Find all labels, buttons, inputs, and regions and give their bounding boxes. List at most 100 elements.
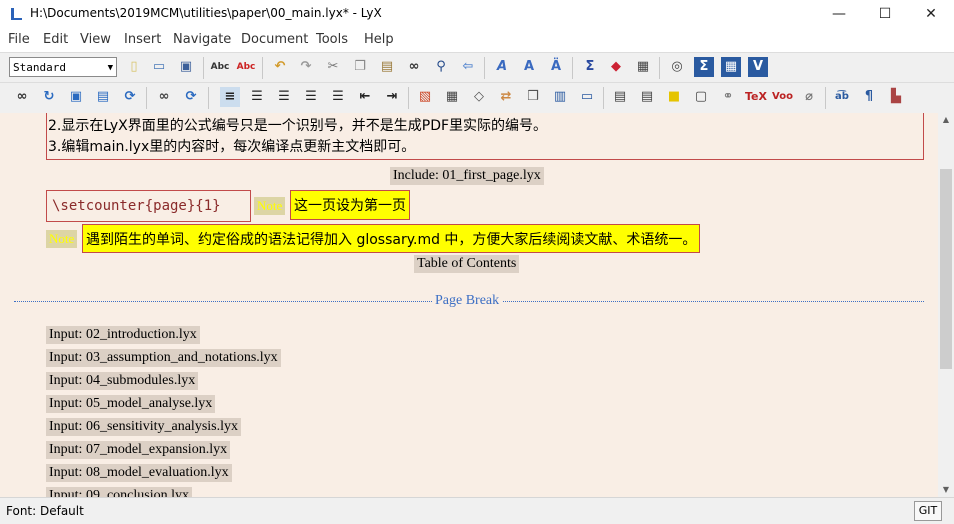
git-button[interactable]: GIT: [914, 501, 942, 521]
include-inset[interactable]: Include: 01_first_page.lyx: [390, 167, 544, 185]
menu-document[interactable]: Document: [241, 32, 308, 47]
note-inset-1[interactable]: 这一页设为第一页: [290, 190, 410, 220]
update-master-icon[interactable]: ▤: [93, 87, 113, 107]
attach-icon[interactable]: ⌀: [799, 87, 819, 107]
doc-line-2: 2.显示在LyX界面里的公式编号只是一个识别号，并不是生成PDF里实际的编号。: [48, 118, 548, 134]
view-master-icon[interactable]: ▣: [66, 87, 86, 107]
search-icon[interactable]: ⚲: [431, 57, 451, 77]
label-icon[interactable]: ◇: [469, 87, 489, 107]
input-inset[interactable]: Input: 09_conclusion.lyx: [46, 487, 192, 497]
menu-insert[interactable]: Insert: [124, 32, 161, 47]
footnote-icon[interactable]: ▤: [610, 87, 630, 107]
insert-figure-icon[interactable]: ◆: [606, 57, 626, 77]
bullet-list-icon[interactable]: ☰: [247, 87, 267, 107]
menu-tools[interactable]: Tools: [316, 32, 348, 47]
input-inset[interactable]: Input: 05_model_analyse.lyx: [46, 395, 216, 413]
scroll-up-icon[interactable]: ▲: [938, 113, 954, 127]
lyx-logo-icon: [11, 8, 22, 20]
cross-ref-icon[interactable]: ⇄: [496, 87, 516, 107]
menu-edit[interactable]: Edit: [43, 32, 68, 47]
find-replace-icon[interactable]: ∞: [404, 57, 424, 77]
hfill-icon[interactable]: Voo: [772, 87, 793, 107]
compass-icon[interactable]: ◎: [667, 57, 687, 77]
toolbar-separator: [146, 87, 147, 109]
view-output-icon[interactable]: ∞: [12, 87, 32, 107]
paste-icon[interactable]: ▤: [377, 57, 397, 77]
font-color-icon[interactable]: Ä: [546, 57, 566, 77]
nomenclature-icon[interactable]: ▭: [577, 87, 597, 107]
input-inset[interactable]: Input: 04_submodules.lyx: [46, 372, 199, 390]
toolbar-separator: [484, 57, 485, 79]
toolbar-separator: [408, 87, 409, 109]
box-icon[interactable]: ▢: [691, 87, 711, 107]
refresh-icon[interactable]: ⟳: [120, 87, 140, 107]
view-panel-icon[interactable]: V: [748, 57, 768, 77]
note-label: Note: [46, 230, 78, 248]
hyperlink-icon[interactable]: ⚭: [718, 87, 738, 107]
insert-table-icon[interactable]: ▦: [633, 57, 653, 77]
minimize-button[interactable]: —: [816, 0, 862, 28]
align-left-icon[interactable]: ≡: [220, 87, 240, 107]
save-icon[interactable]: ▣: [176, 57, 196, 77]
redo-icon[interactable]: ↷: [296, 57, 316, 77]
spellcheck-icon[interactable]: Abc: [210, 57, 230, 77]
font-size-icon[interactable]: A: [519, 57, 539, 77]
update-output-icon[interactable]: ↻: [39, 87, 59, 107]
insert-table-small-icon[interactable]: ▦: [442, 87, 462, 107]
insert-image-icon[interactable]: ▧: [415, 87, 435, 107]
changes-view-icon[interactable]: ∞: [154, 87, 174, 107]
secondary-toolbar: ∞ ↻ ▣ ▤ ⟳ ∞ ⟳ ≡ ☰ ☰ ☰ ☰ ⇤ ⇥ ▧ ▦ ◇ ⇄ ❒ ▥ …: [0, 82, 954, 114]
toolbar-separator: [262, 57, 263, 79]
input-inset[interactable]: Input: 02_introduction.lyx: [46, 326, 200, 344]
doc-line-3: 3.编辑main.lyx里的内容时，每次编译点更新主文档即可。: [48, 139, 416, 155]
undo-icon[interactable]: ↶: [270, 57, 290, 77]
window-title: H:\Documents\2019MCM\utilities\paper\00_…: [30, 6, 382, 20]
back-icon[interactable]: ⇦: [458, 57, 478, 77]
layout-combo[interactable]: Standard ▼: [9, 57, 117, 77]
menu-file[interactable]: File: [8, 32, 30, 47]
citation-icon[interactable]: ❒: [523, 87, 543, 107]
enumerate-list-icon[interactable]: ☰: [328, 87, 348, 107]
text-style-icon[interactable]: A: [492, 57, 512, 77]
spellcheck-continuous-icon[interactable]: Abc: [236, 57, 256, 77]
margin-note-icon[interactable]: ▤: [637, 87, 657, 107]
toolbar-separator: [825, 87, 826, 109]
description-list-icon[interactable]: ☰: [301, 87, 321, 107]
menu-navigate[interactable]: Navigate: [173, 32, 231, 47]
ert-code-inset[interactable]: \setcounter{page}{1}: [46, 190, 251, 222]
cut-icon[interactable]: ✂: [323, 57, 343, 77]
new-document-icon[interactable]: ▯: [124, 57, 144, 77]
input-inset[interactable]: Input: 03_assumption_and_notations.lyx: [46, 349, 281, 367]
ab-icon[interactable]: a͡b: [832, 87, 852, 107]
book-icon[interactable]: ▙: [886, 87, 906, 107]
document-editor[interactable]: 2.显示在LyX界面里的公式编号只是一个识别号，并不是生成PDF里实际的编号。 …: [0, 113, 938, 497]
page-break-label: Page Break: [432, 293, 503, 309]
vertical-scrollbar[interactable]: ▲ ▼: [938, 113, 954, 497]
input-inset[interactable]: Input: 08_model_evaluation.lyx: [46, 464, 232, 482]
index-icon[interactable]: ▥: [550, 87, 570, 107]
copy-icon[interactable]: ❐: [350, 57, 370, 77]
open-folder-icon[interactable]: ▭: [149, 57, 169, 77]
scroll-down-icon[interactable]: ▼: [938, 483, 954, 497]
tex-code-icon[interactable]: TeX: [745, 87, 767, 107]
indent-decrease-icon[interactable]: ⇤: [355, 87, 375, 107]
number-list-icon[interactable]: ☰: [274, 87, 294, 107]
indent-increase-icon[interactable]: ⇥: [382, 87, 402, 107]
table-panel-icon[interactable]: ▦: [721, 57, 741, 77]
pilcrow-icon[interactable]: ¶: [859, 87, 879, 107]
math-panel-icon[interactable]: Σ: [694, 57, 714, 77]
input-inset[interactable]: Input: 06_sensitivity_analysis.lyx: [46, 418, 241, 436]
toc-inset[interactable]: Table of Contents: [414, 255, 520, 273]
math-icon[interactable]: Σ: [580, 57, 600, 77]
note-icon[interactable]: ■: [664, 87, 684, 107]
note-inset-2[interactable]: 遇到陌生的单词、约定俗成的语法记得加入 glossary.md 中，方便大家后续…: [82, 224, 701, 253]
menu-help[interactable]: Help: [364, 32, 394, 47]
menu-view[interactable]: View: [80, 32, 111, 47]
input-inset[interactable]: Input: 07_model_expansion.lyx: [46, 441, 231, 459]
changes-accept-icon[interactable]: ⟳: [181, 87, 201, 107]
toolbar-separator: [603, 87, 604, 109]
scrollbar-thumb[interactable]: [940, 169, 952, 369]
status-bar: Font: Default GIT: [0, 497, 954, 524]
close-button[interactable]: ✕: [908, 0, 954, 28]
maximize-button[interactable]: ☐: [862, 0, 908, 28]
